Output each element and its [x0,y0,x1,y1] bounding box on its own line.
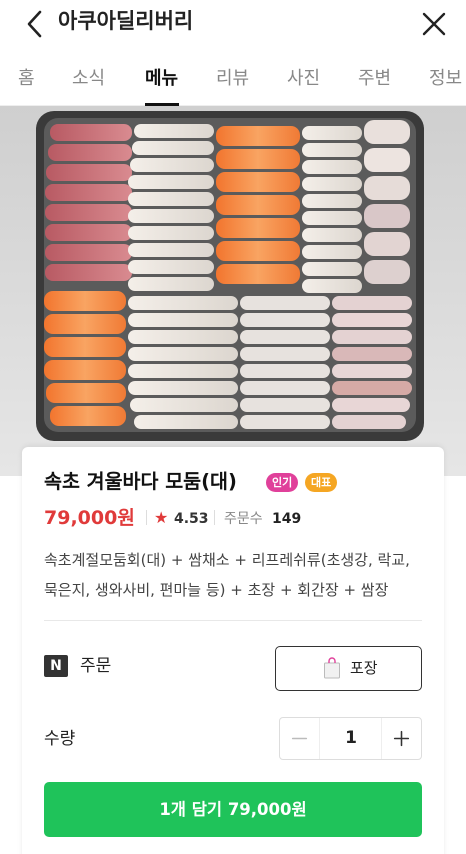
orders-label: 주문수 [224,511,263,527]
tab-home[interactable]: 홈 [18,66,35,92]
naver-logo-icon: N [44,655,68,677]
menu-name: 속초 겨울바다 모둠(대) [44,470,237,493]
close-icon[interactable] [416,6,452,42]
tab-menu[interactable]: 메뉴 [145,66,178,92]
order-label: 주문 [80,656,112,676]
menu-photo [0,106,466,476]
orders-count: 149 [272,511,302,527]
rating-value: 4.53 [174,511,209,527]
chevron-left-icon[interactable] [18,6,54,42]
tab-info[interactable]: 정보 [429,66,462,92]
store-title: 아쿠아딜리버리 [58,9,194,33]
menu-price: 79,000원 [44,507,135,529]
menu-description: 속초계절모둠회(대) + 쌈채소 + 리프레쉬류(초생강, 락교, 묵은지, 생… [44,551,410,599]
divider [146,510,147,525]
popular-badge: 인기 [266,473,299,492]
add-to-cart-button[interactable]: 1개 담기 79,000원 [44,782,422,837]
header: 아쿠아딜리버리 [0,0,466,50]
tab-news[interactable]: 소식 [72,66,105,92]
menu-detail-card: 속초 겨울바다 모둠(대) 인기 대표 79,000원 ★ 4.53 주문수 1… [22,447,444,854]
shopping-bag-icon [324,657,340,679]
tab-bar: 홈 소식 메뉴 리뷰 사진 주변 정보 [0,54,466,106]
tab-reviews[interactable]: 리뷰 [216,66,249,92]
star-icon: ★ [154,508,169,527]
takeout-button[interactable]: 포장 [275,646,422,691]
takeout-label: 포장 [350,659,378,677]
tab-photos[interactable]: 사진 [287,66,320,92]
divider [44,620,422,621]
sashimi-platter-image [0,106,466,476]
quantity-stepper: 1 [279,717,422,760]
signature-badge: 대표 [305,473,338,492]
tab-nearby[interactable]: 주변 [358,66,391,92]
quantity-label: 수량 [44,729,76,749]
minus-icon[interactable] [280,718,320,759]
divider [214,510,215,525]
quantity-value: 1 [345,728,357,748]
plus-icon[interactable] [381,718,421,759]
